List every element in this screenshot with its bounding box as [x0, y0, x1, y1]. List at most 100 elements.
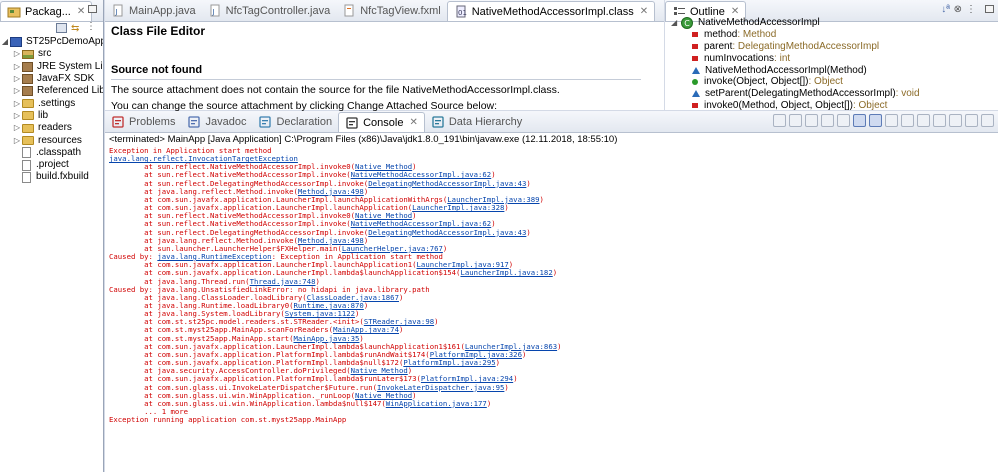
outline-member-name: parent	[704, 40, 733, 52]
class-file-icon: 01	[454, 5, 468, 19]
tab-editor-4[interactable]: 01 NativeMethodAccessorImpl.class ✕	[446, 1, 656, 21]
package-method-icon	[692, 90, 700, 98]
tree-item-readers[interactable]: ▷ readers	[0, 122, 103, 134]
editor-area: J MainApp.java J NfcTagController.java NfcTa…	[105, 0, 664, 112]
close-icon[interactable]: ✕	[640, 6, 648, 17]
view-menu-icon[interactable]: ⋮	[966, 4, 976, 15]
outline-class-node[interactable]: ◢ C NativeMethodAccessorImpl	[665, 17, 998, 29]
tree-item-project[interactable]: ◢ ST25PcDemoApp	[0, 36, 103, 48]
minimize-icon[interactable]	[88, 5, 97, 13]
tree-item--project[interactable]: .project	[0, 159, 103, 171]
tree-item-jre-system-librar[interactable]: ▷ JRE System Librar	[0, 61, 103, 73]
scroll-lock-icon[interactable]	[837, 114, 850, 127]
chevron-right-icon[interactable]: ▷	[12, 110, 22, 122]
tree-item-label: JRE System Librar	[37, 60, 103, 72]
tree-item-resources[interactable]: ▷ resources	[0, 134, 103, 146]
view-menu-icon[interactable]: ⋮	[86, 21, 96, 32]
eclipse-workbench: Packag... ✕ ⇆ ⋮ ◢ ST25PcDemoApp ▷ src ▷ JRE…	[0, 0, 998, 472]
link-with-editor-icon[interactable]: ⇆	[71, 23, 79, 34]
close-icon[interactable]: ✕	[731, 6, 739, 17]
tab-editor-3[interactable]: NfcTagView.fxml	[336, 1, 447, 21]
filter-icon[interactable]: ⊗	[954, 4, 962, 15]
svg-text:J: J	[211, 8, 214, 16]
class-file-editor: Class File Editor Source not found The s…	[105, 22, 664, 112]
tree-item-src[interactable]: ▷ src	[0, 48, 103, 60]
tab-problems[interactable]: Problems	[105, 112, 181, 132]
tree-item-label: Referenced Librar	[37, 85, 103, 97]
sort-icon[interactable]: ↓ª	[941, 4, 950, 15]
collapse-all-icon[interactable]	[56, 23, 67, 33]
outline-member[interactable]: NativeMethodAccessorImpl(Method)	[665, 64, 998, 76]
show-on-output-icon[interactable]	[869, 114, 882, 127]
word-wrap-icon[interactable]	[853, 114, 866, 127]
chevron-right-icon[interactable]: ▷	[12, 135, 22, 147]
remove-all-icon[interactable]	[805, 114, 818, 127]
tab-package-explorer-label: Packag...	[25, 5, 71, 18]
outline-member[interactable]: invoke(Object, Object[]) : Object	[665, 76, 998, 88]
outline-member[interactable]: parent : DelegatingMethodAccessorImpl	[665, 41, 998, 53]
chevron-down-icon[interactable]: ◢	[671, 18, 680, 27]
tree-item-referenced-librar[interactable]: ▷ Referenced Librar	[0, 85, 103, 97]
console-output[interactable]: Exception in Application start method jav…	[105, 147, 998, 472]
folder-icon	[22, 111, 34, 121]
tree-item-javafx-sdk[interactable]: ▷ JavaFX SDK	[0, 73, 103, 85]
private-field-icon	[692, 102, 698, 108]
tab-javadoc[interactable]: Javadoc	[181, 112, 252, 132]
stacktrace-link[interactable]: DelegatingMethodAccessorImpl.java:43	[368, 179, 526, 188]
svg-text:C: C	[684, 19, 690, 28]
show-on-error-icon[interactable]	[885, 114, 898, 127]
clear-console-icon[interactable]	[821, 114, 834, 127]
view-menu-icon[interactable]	[949, 114, 962, 127]
outline-member[interactable]: setParent(DelegatingMethodAccessorImpl) …	[665, 88, 998, 100]
minimize-icon[interactable]	[965, 114, 978, 127]
package-tree: ◢ ST25PcDemoApp ▷ src ▷ JRE System Librar ▷ J…	[0, 36, 103, 184]
outline-member[interactable]: numInvocations : int	[665, 52, 998, 64]
tab-data-hierarchy[interactable]: Data Hierarchy	[425, 112, 528, 132]
tab-editor-label: NfcTagView.fxml	[360, 5, 441, 17]
close-icon[interactable]: ✕	[77, 6, 85, 17]
close-icon[interactable]: ✕	[409, 117, 417, 128]
outline-member[interactable]: method : Method	[665, 29, 998, 41]
private-field-icon	[692, 32, 698, 38]
open-console-icon[interactable]	[933, 114, 946, 127]
remove-launch-icon[interactable]	[789, 114, 802, 127]
chevron-right-icon[interactable]: ▷	[12, 85, 22, 97]
package-explorer-icon	[7, 5, 21, 19]
minimize-icon[interactable]	[985, 5, 994, 13]
file-icon	[22, 147, 31, 159]
maximize-icon[interactable]	[981, 114, 994, 127]
library-icon	[22, 61, 33, 72]
terminate-icon[interactable]	[773, 114, 786, 127]
declaration-icon	[258, 115, 272, 129]
tree-item-lib[interactable]: ▷ lib	[0, 110, 103, 122]
chevron-right-icon[interactable]: ▷	[12, 98, 22, 110]
display-console-icon[interactable]	[917, 114, 930, 127]
tree-item--classpath[interactable]: .classpath	[0, 147, 103, 159]
stacktrace-link[interactable]: LauncherImpl.java:182	[460, 268, 552, 277]
stacktrace-link[interactable]: DelegatingMethodAccessorImpl.java:43	[368, 228, 526, 237]
stacktrace-link[interactable]: WinApplication.java:177	[386, 399, 487, 408]
public-method-icon	[692, 78, 698, 85]
outline-member[interactable]: invoke0(Method, Object, Object[]) : Obje…	[665, 100, 998, 112]
outline-member-name: invoke0(Method, Object, Object[])	[704, 99, 853, 111]
constructor-icon	[692, 66, 700, 74]
stacktrace-link[interactable]: LauncherImpl.java:328	[412, 203, 504, 212]
tab-editor-2[interactable]: J NfcTagController.java	[202, 1, 337, 21]
chevron-right-icon[interactable]: ▷	[12, 61, 22, 73]
outline-member-name: method	[704, 29, 738, 41]
stacktrace-link[interactable]: PlatformImpl.java:295	[403, 358, 495, 367]
outline-member-name: numInvocations	[704, 52, 775, 64]
chevron-down-icon[interactable]: ◢	[0, 36, 10, 48]
pin-console-icon[interactable]	[901, 114, 914, 127]
chevron-right-icon[interactable]: ▷	[12, 73, 22, 85]
tree-item-build-fxbuild[interactable]: build.fxbuild	[0, 171, 103, 183]
tab-outline-label: Outline	[690, 5, 725, 18]
tab-package-explorer[interactable]: Packag... ✕	[0, 1, 93, 21]
tab-console[interactable]: Console ✕	[338, 112, 425, 132]
tab-editor-1[interactable]: J MainApp.java	[105, 1, 202, 21]
tab-declaration[interactable]: Declaration	[252, 112, 338, 132]
file-icon	[22, 159, 31, 171]
tree-item--settings[interactable]: ▷ .settings	[0, 97, 103, 109]
chevron-right-icon[interactable]: ▷	[12, 122, 22, 134]
chevron-right-icon[interactable]: ▷	[12, 48, 22, 60]
